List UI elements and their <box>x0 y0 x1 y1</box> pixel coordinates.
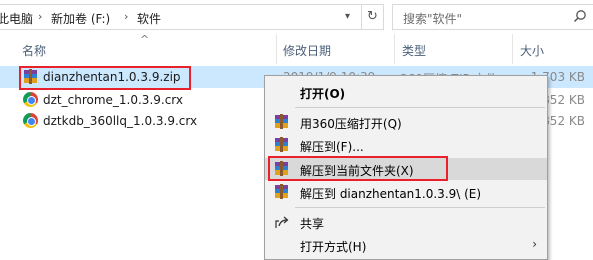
menu-item-label: 解压到(F)... <box>300 140 364 154</box>
file-name: dztkdb_360llq_1.0.3.9.crx <box>43 114 198 128</box>
breadcrumb-separator[interactable]: › <box>38 10 42 23</box>
highlight-box <box>268 156 448 181</box>
file-name: dzt_chrome_1.0.3.9.crx <box>43 93 184 107</box>
menu-separator <box>295 207 545 208</box>
column-divider[interactable] <box>276 34 277 64</box>
menu-item-label: 打开(O) <box>300 87 346 101</box>
chrome-icon <box>23 92 38 107</box>
address-dropdown-icon[interactable]: ▾ <box>345 11 350 22</box>
archive-icon <box>274 184 290 200</box>
menu-item-label: 用360压缩打开(Q) <box>300 117 402 131</box>
chevron-right-icon: › <box>532 237 537 251</box>
column-divider[interactable] <box>512 34 513 64</box>
refresh-button[interactable]: ↻ <box>362 4 384 30</box>
menu-item-open-with[interactable]: 打开方式(H) › <box>265 234 547 256</box>
menu-item-open[interactable]: 打开(O) <box>265 81 547 103</box>
search-icon[interactable] <box>573 9 587 23</box>
refresh-icon: ↻ <box>367 9 378 24</box>
address-toolbar: 此电脑 › 新加卷 (F:) › 软件 ▾ ↻ 搜索"软件" <box>0 0 593 34</box>
breadcrumb-this-pc[interactable]: 此电脑 <box>0 10 33 27</box>
column-divider[interactable] <box>394 34 395 64</box>
archive-icon <box>274 137 290 153</box>
share-icon <box>275 216 289 228</box>
column-type[interactable]: 类型 <box>402 42 426 59</box>
menu-item-label: 解压到 dianzhentan1.0.3.9\ (E) <box>300 187 482 201</box>
breadcrumb-separator[interactable]: › <box>124 10 128 23</box>
file-size: 852 KB <box>542 93 585 107</box>
menu-item-open-360[interactable]: 用360压缩打开(Q) <box>265 111 547 133</box>
archive-icon <box>274 114 290 130</box>
column-name[interactable]: 名称 <box>22 42 46 59</box>
search-placeholder: 搜索"软件" <box>403 12 463 26</box>
file-size: 852 KB <box>542 114 585 128</box>
sort-ascending-icon: ^ <box>140 33 150 46</box>
menu-item-label: 共享 <box>300 217 325 231</box>
column-header-row: 名称 修改日期 类型 大小 <box>0 34 593 64</box>
menu-item-extract-folder[interactable]: 解压到 dianzhentan1.0.3.9\ (E) <box>265 181 547 203</box>
search-box[interactable]: 搜索"软件" <box>392 4 593 30</box>
chrome-icon <box>23 113 38 128</box>
menu-item-share[interactable]: 共享 <box>265 211 547 233</box>
breadcrumb-folder[interactable]: 软件 <box>137 10 161 27</box>
column-size[interactable]: 大小 <box>520 42 544 59</box>
breadcrumb-drive[interactable]: 新加卷 (F:) <box>51 10 110 27</box>
address-bar[interactable]: 此电脑 › 新加卷 (F:) › 软件 ▾ <box>0 4 362 30</box>
menu-separator <box>295 107 545 108</box>
column-date[interactable]: 修改日期 <box>283 42 331 59</box>
menu-item-label: 打开方式(H) <box>300 240 367 254</box>
highlight-box <box>19 66 191 90</box>
menu-item-extract-to[interactable]: 解压到(F)... <box>265 134 547 156</box>
